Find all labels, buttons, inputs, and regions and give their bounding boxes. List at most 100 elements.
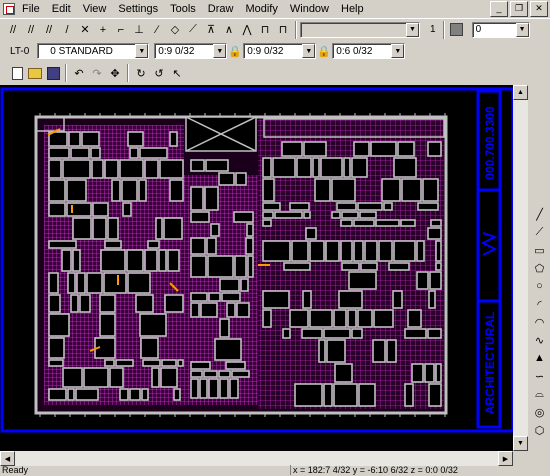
- room: [129, 388, 141, 401]
- color-combo[interactable]: 0 ▼: [471, 21, 530, 38]
- room: [81, 131, 100, 147]
- room: [393, 240, 416, 262]
- text-icon[interactable]: ∽: [529, 367, 550, 385]
- osnap-icon[interactable]: /: [58, 21, 76, 39]
- status-bar: Ready x = 182:7 4/32 y = -6:10 6/32 z = …: [0, 465, 550, 476]
- style-combo[interactable]: ▼: [300, 21, 420, 38]
- room: [424, 363, 435, 383]
- room: [351, 328, 363, 339]
- menu-view[interactable]: View: [79, 0, 111, 18]
- room: [314, 178, 331, 202]
- snap-icon[interactable]: //: [4, 21, 22, 39]
- hatch-icon[interactable]: ▲: [529, 349, 550, 367]
- room: [262, 240, 291, 262]
- zoom-icon[interactable]: ∕: [148, 21, 166, 39]
- grid-icon[interactable]: //: [22, 21, 40, 39]
- restore-button[interactable]: ❐: [510, 1, 528, 17]
- room: [104, 159, 119, 179]
- scroll-right-button[interactable]: ▶: [498, 451, 513, 466]
- insert-icon[interactable]: ⬡: [529, 421, 550, 439]
- dimension-combo-c[interactable]: 0:6 0/32 ▼: [332, 43, 406, 59]
- polygon-icon[interactable]: ⬠: [529, 259, 550, 277]
- room: [68, 131, 81, 147]
- dimension-combo-b[interactable]: 0:9 0/32 ▼: [243, 43, 317, 59]
- polyline-icon[interactable]: ⟋: [529, 223, 550, 241]
- ortho-icon[interactable]: //: [40, 21, 58, 39]
- arc-icon[interactable]: ◜: [529, 295, 550, 313]
- room: [92, 217, 107, 240]
- block-icon[interactable]: ◎: [529, 403, 550, 421]
- polar-icon[interactable]: ✕: [76, 21, 94, 39]
- ellipse-icon[interactable]: ◠: [529, 313, 550, 331]
- save-icon[interactable]: [44, 64, 62, 82]
- area-icon[interactable]: ⋀: [238, 21, 256, 39]
- room: [208, 292, 221, 302]
- room: [422, 178, 439, 202]
- angle-icon[interactable]: ⟋: [184, 21, 202, 39]
- menu-modify[interactable]: Modify: [241, 0, 281, 18]
- dimension-combo-a[interactable]: 0:9 0/32 ▼: [154, 43, 228, 59]
- room: [100, 249, 126, 272]
- menu-draw[interactable]: Draw: [204, 0, 238, 18]
- room: [91, 159, 104, 179]
- select-icon[interactable]: ↖: [168, 64, 186, 82]
- pan-icon[interactable]: ◇: [166, 21, 184, 39]
- layer-combo[interactable]: 0 STANDARD ▼: [37, 43, 150, 59]
- lock-icon[interactable]: 🔒: [227, 42, 243, 60]
- menu-help[interactable]: Help: [337, 0, 368, 18]
- model-icon[interactable]: ⊥: [130, 21, 148, 39]
- close-button[interactable]: ✕: [530, 1, 548, 17]
- menu-tools[interactable]: Tools: [166, 0, 200, 18]
- copy-icon[interactable]: ↺: [150, 64, 168, 82]
- menu-window[interactable]: Window: [286, 0, 333, 18]
- rotate-icon[interactable]: ↻: [132, 64, 150, 82]
- open-icon[interactable]: [26, 64, 44, 82]
- scroll-left-button[interactable]: ◀: [0, 451, 15, 466]
- list-icon[interactable]: ⊓: [256, 21, 274, 39]
- room: [383, 202, 393, 211]
- circle-icon[interactable]: ○: [529, 277, 550, 295]
- lock-icon-2[interactable]: 🔒: [316, 42, 332, 60]
- room: [104, 359, 115, 367]
- vertical-scrollbar[interactable]: ▲ ▼: [513, 85, 528, 451]
- room: [334, 363, 353, 383]
- scroll-up-button[interactable]: ▲: [513, 85, 528, 100]
- room: [435, 363, 442, 383]
- room: [67, 272, 76, 294]
- room: [190, 211, 210, 223]
- room: [360, 262, 378, 271]
- rectangle-icon[interactable]: ▭: [529, 241, 550, 259]
- minimize-button[interactable]: _: [490, 1, 508, 17]
- room: [219, 318, 230, 338]
- room: [48, 294, 61, 313]
- line-icon[interactable]: ╱: [529, 205, 550, 223]
- room: [429, 271, 442, 290]
- point-icon[interactable]: ⌓: [529, 385, 550, 403]
- menu-edit[interactable]: Edit: [48, 0, 75, 18]
- redo-icon[interactable]: ↷: [88, 64, 106, 82]
- lineweight-icon[interactable]: ⌐: [112, 21, 130, 39]
- room: [206, 237, 217, 255]
- room: [343, 157, 351, 178]
- measure-icon[interactable]: ∧: [220, 21, 238, 39]
- drawing-canvas[interactable]: 000.700.3300 ARCHITECTURAL: [0, 85, 513, 451]
- undo-icon[interactable]: ↶: [70, 64, 88, 82]
- menu-settings[interactable]: Settings: [114, 0, 162, 18]
- dimension-icon[interactable]: ⊼: [202, 21, 220, 39]
- app-icon[interactable]: [3, 3, 15, 15]
- room: [274, 211, 303, 219]
- new-icon[interactable]: [8, 64, 26, 82]
- room: [427, 141, 442, 157]
- menu-file[interactable]: File: [18, 0, 44, 18]
- room: [435, 240, 442, 262]
- spline-icon[interactable]: ∿: [529, 331, 550, 349]
- room: [48, 202, 66, 217]
- horizontal-scrollbar[interactable]: ◀ ▶: [0, 451, 513, 466]
- room: [235, 172, 247, 186]
- scroll-down-button[interactable]: ▼: [513, 436, 528, 451]
- color-swatch-icon[interactable]: [448, 21, 466, 39]
- track-icon[interactable]: +: [94, 21, 112, 39]
- move-icon[interactable]: ✥: [106, 64, 124, 82]
- room: [218, 172, 235, 186]
- id-icon[interactable]: ⊓: [274, 21, 292, 39]
